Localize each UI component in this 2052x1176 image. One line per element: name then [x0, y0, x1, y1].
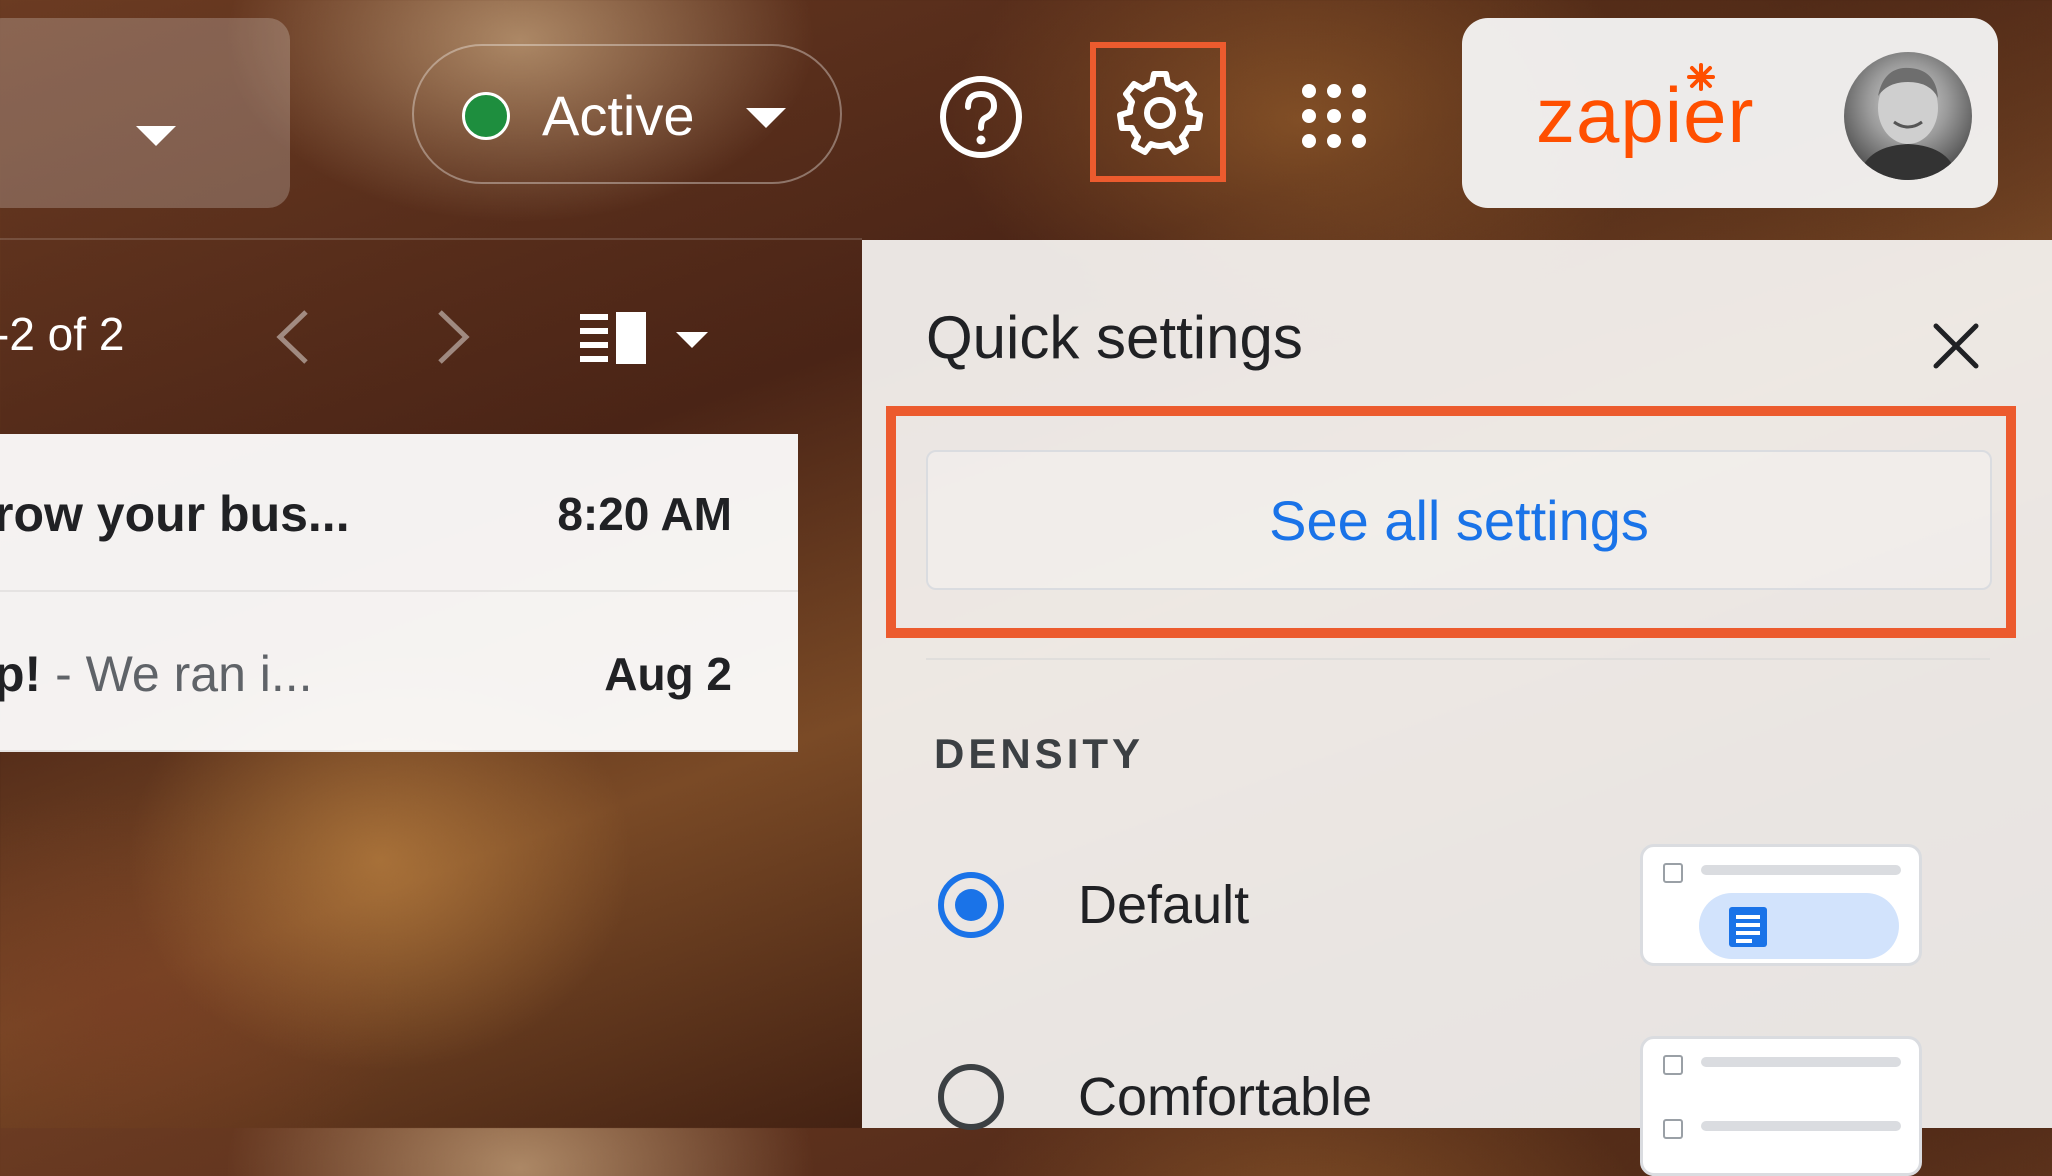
- chevron-down-icon[interactable]: [136, 126, 176, 146]
- status-dot-icon: [462, 92, 510, 140]
- checkbox-icon: [1663, 863, 1683, 883]
- caret-down-icon[interactable]: [676, 332, 708, 348]
- chevron-right-icon[interactable]: [434, 308, 474, 366]
- split-pane-icon[interactable]: [580, 312, 648, 364]
- checkbox-icon: [1663, 1055, 1683, 1075]
- person-photo-icon: [1858, 67, 1958, 180]
- zapier-logo: zapier: [1536, 71, 1755, 159]
- preview-line: [1701, 1121, 1901, 1131]
- mail-list: row your bus... 8:20 AM p! - We ran i...…: [0, 434, 798, 752]
- mail-subject: p! - We ran i...: [0, 646, 313, 702]
- density-default-radio[interactable]: [938, 872, 1004, 938]
- preview-attachment-chip: [1699, 893, 1899, 959]
- toolbar-divider: [0, 238, 862, 240]
- mail-snippet: - We ran i...: [41, 646, 313, 702]
- chevron-left-icon[interactable]: [272, 308, 312, 366]
- mail-row[interactable]: p! - We ran i... Aug 2: [0, 594, 798, 752]
- zapier-asterisk-icon: [1687, 63, 1715, 91]
- checkbox-icon: [1663, 1119, 1683, 1139]
- density-comfortable-label[interactable]: Comfortable: [1078, 1064, 1372, 1130]
- close-icon[interactable]: [1930, 320, 1982, 372]
- mail-subject: row your bus...: [0, 486, 350, 542]
- density-default-preview[interactable]: [1640, 844, 1922, 966]
- mail-time: Aug 2: [604, 648, 732, 700]
- density-comfortable-radio[interactable]: [938, 1064, 1004, 1130]
- preview-line: [1701, 865, 1901, 875]
- quick-settings-title: Quick settings: [926, 304, 1303, 371]
- section-divider: [926, 658, 1990, 660]
- account-switcher[interactable]: zapier: [1462, 18, 1998, 208]
- settings-button[interactable]: [1090, 42, 1226, 182]
- help-icon[interactable]: [938, 74, 1024, 160]
- quick-settings-panel: Quick settings See all settings DENSITY …: [862, 240, 2052, 1176]
- apps-grid-icon[interactable]: [1300, 82, 1368, 150]
- mail-time: 8:20 AM: [557, 488, 732, 540]
- preview-line: [1701, 1057, 1901, 1067]
- gear-icon[interactable]: [1116, 68, 1204, 156]
- mail-row[interactable]: row your bus... 8:20 AM: [0, 434, 798, 592]
- see-all-settings-button[interactable]: See all settings: [926, 450, 1992, 590]
- density-comfortable-preview[interactable]: [1640, 1036, 1922, 1176]
- density-default-label[interactable]: Default: [1078, 872, 1249, 938]
- document-icon: [1729, 907, 1767, 947]
- status-chip[interactable]: Active: [412, 44, 842, 184]
- search-bar-stub[interactable]: [0, 18, 290, 208]
- status-label: Active: [542, 84, 695, 147]
- pagination-count: -2 of 2: [0, 308, 125, 360]
- avatar[interactable]: [1844, 52, 1972, 180]
- density-heading: DENSITY: [934, 730, 1145, 777]
- chevron-down-icon[interactable]: [746, 108, 786, 128]
